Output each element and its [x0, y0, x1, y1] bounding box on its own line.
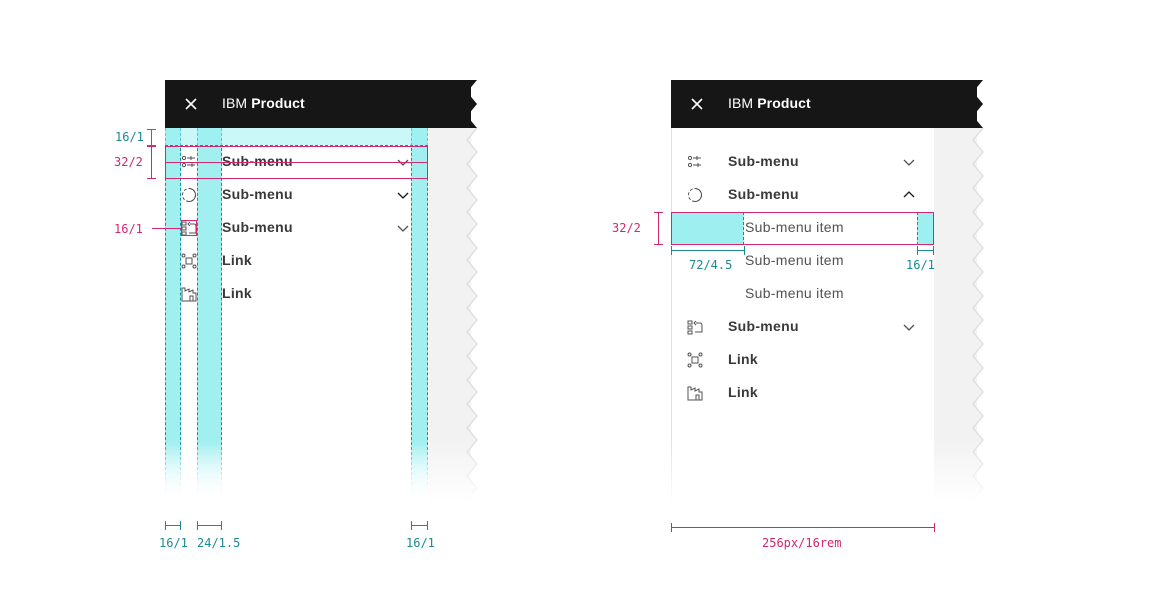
spec-top-spacing-bar: [147, 129, 156, 146]
spec-panel-width-label: 256px/16rem: [762, 536, 842, 550]
spec-sub-indent-label: 72/4.5: [689, 258, 733, 272]
chevron-up-icon[interactable]: [903, 189, 915, 201]
spec-sub-item-height-bar: [654, 212, 663, 245]
spec-left-margin-bar: [165, 521, 181, 530]
spec-item-midline: [165, 162, 428, 163]
spec-icon-gap-bar: [197, 521, 222, 530]
nav-item-label: Sub-menu: [728, 318, 799, 334]
spec-left-margin-label: 16/1: [159, 536, 188, 550]
incomplete-circle-icon: [182, 188, 196, 202]
nav-item-label: Sub-menu: [728, 153, 799, 169]
network-icon: [687, 352, 703, 368]
close-icon[interactable]: [181, 94, 201, 114]
nav-link-label: Link: [728, 384, 758, 400]
nav-item[interactable]: Sub-menu: [671, 146, 935, 179]
spec-top-spacing: [165, 128, 428, 146]
spec-item-height-bar: [147, 146, 156, 179]
nav-item-label: Sub-menu: [222, 219, 293, 235]
nav-link[interactable]: Link: [671, 344, 935, 377]
spec-sub-indent-bar: [671, 246, 745, 255]
sub-menu-item[interactable]: Sub-menu item: [671, 278, 935, 311]
nav-item-label: Sub-menu: [728, 186, 799, 202]
spec-icon-box: [181, 220, 197, 236]
nav-item[interactable]: Sub-menu: [165, 179, 429, 212]
torn-edge: [461, 80, 478, 510]
spec-icon-size-label: 16/1: [114, 222, 143, 236]
spec-item-height-label: 32/2: [114, 155, 143, 169]
sub-menu-item-label: Sub-menu item: [745, 252, 844, 268]
close-icon[interactable]: [687, 94, 707, 114]
spec-right-margin-bar: [411, 521, 428, 530]
nav-item[interactable]: Sub-menu: [165, 212, 429, 245]
network-icon: [181, 253, 197, 269]
nav-link-label: Link: [728, 351, 758, 367]
header-bar: IBM Product: [671, 80, 977, 128]
nav-item[interactable]: Sub-menu: [671, 311, 935, 344]
torn-edge: [967, 80, 984, 510]
product-name[interactable]: IBM Product: [222, 95, 305, 111]
sub-menu-item-label: Sub-menu item: [745, 285, 844, 301]
industry-icon: [687, 386, 703, 401]
data-return-icon: [687, 320, 703, 335]
spec-right-margin-label: 16/1: [406, 536, 435, 550]
spec-sub-right-margin-bar: [917, 246, 934, 255]
nav-link[interactable]: Link: [165, 278, 429, 311]
left-side-nav-spec: IBM Product Sub-menu Sub-menu Sub-menu L…: [165, 80, 481, 510]
header-bar: IBM Product: [165, 80, 471, 128]
chevron-down-icon[interactable]: [397, 222, 409, 234]
right-side-nav-spec: IBM Product Sub-menu Sub-menu Sub-menu i…: [671, 80, 987, 510]
spec-top-spacing-label: 16/1: [115, 130, 144, 144]
spec-sub-right-margin-label: 16/1: [906, 258, 935, 272]
settings-adjust-icon: [687, 155, 701, 168]
nav-link-label: Link: [222, 252, 252, 268]
incomplete-circle-icon: [688, 188, 702, 202]
nav-link-label: Link: [222, 285, 252, 301]
nav-link[interactable]: Link: [671, 377, 935, 410]
spec-panel-width-bar: [671, 523, 935, 532]
nav-link[interactable]: Link: [165, 245, 429, 278]
spec-sub-item-box: [671, 212, 934, 245]
spec-icon-gap-label: 24/1.5: [197, 536, 241, 550]
nav-item-label: Sub-menu: [222, 186, 293, 202]
product-name[interactable]: IBM Product: [728, 95, 811, 111]
chevron-down-icon[interactable]: [903, 156, 915, 168]
nav-item-expanded[interactable]: Sub-menu: [671, 179, 935, 212]
spec-icon-leader: [152, 228, 182, 229]
spec-sub-item-height-label: 32/2: [612, 221, 641, 235]
chevron-down-icon[interactable]: [397, 189, 409, 201]
industry-icon: [181, 287, 197, 302]
chevron-down-icon[interactable]: [903, 321, 915, 333]
